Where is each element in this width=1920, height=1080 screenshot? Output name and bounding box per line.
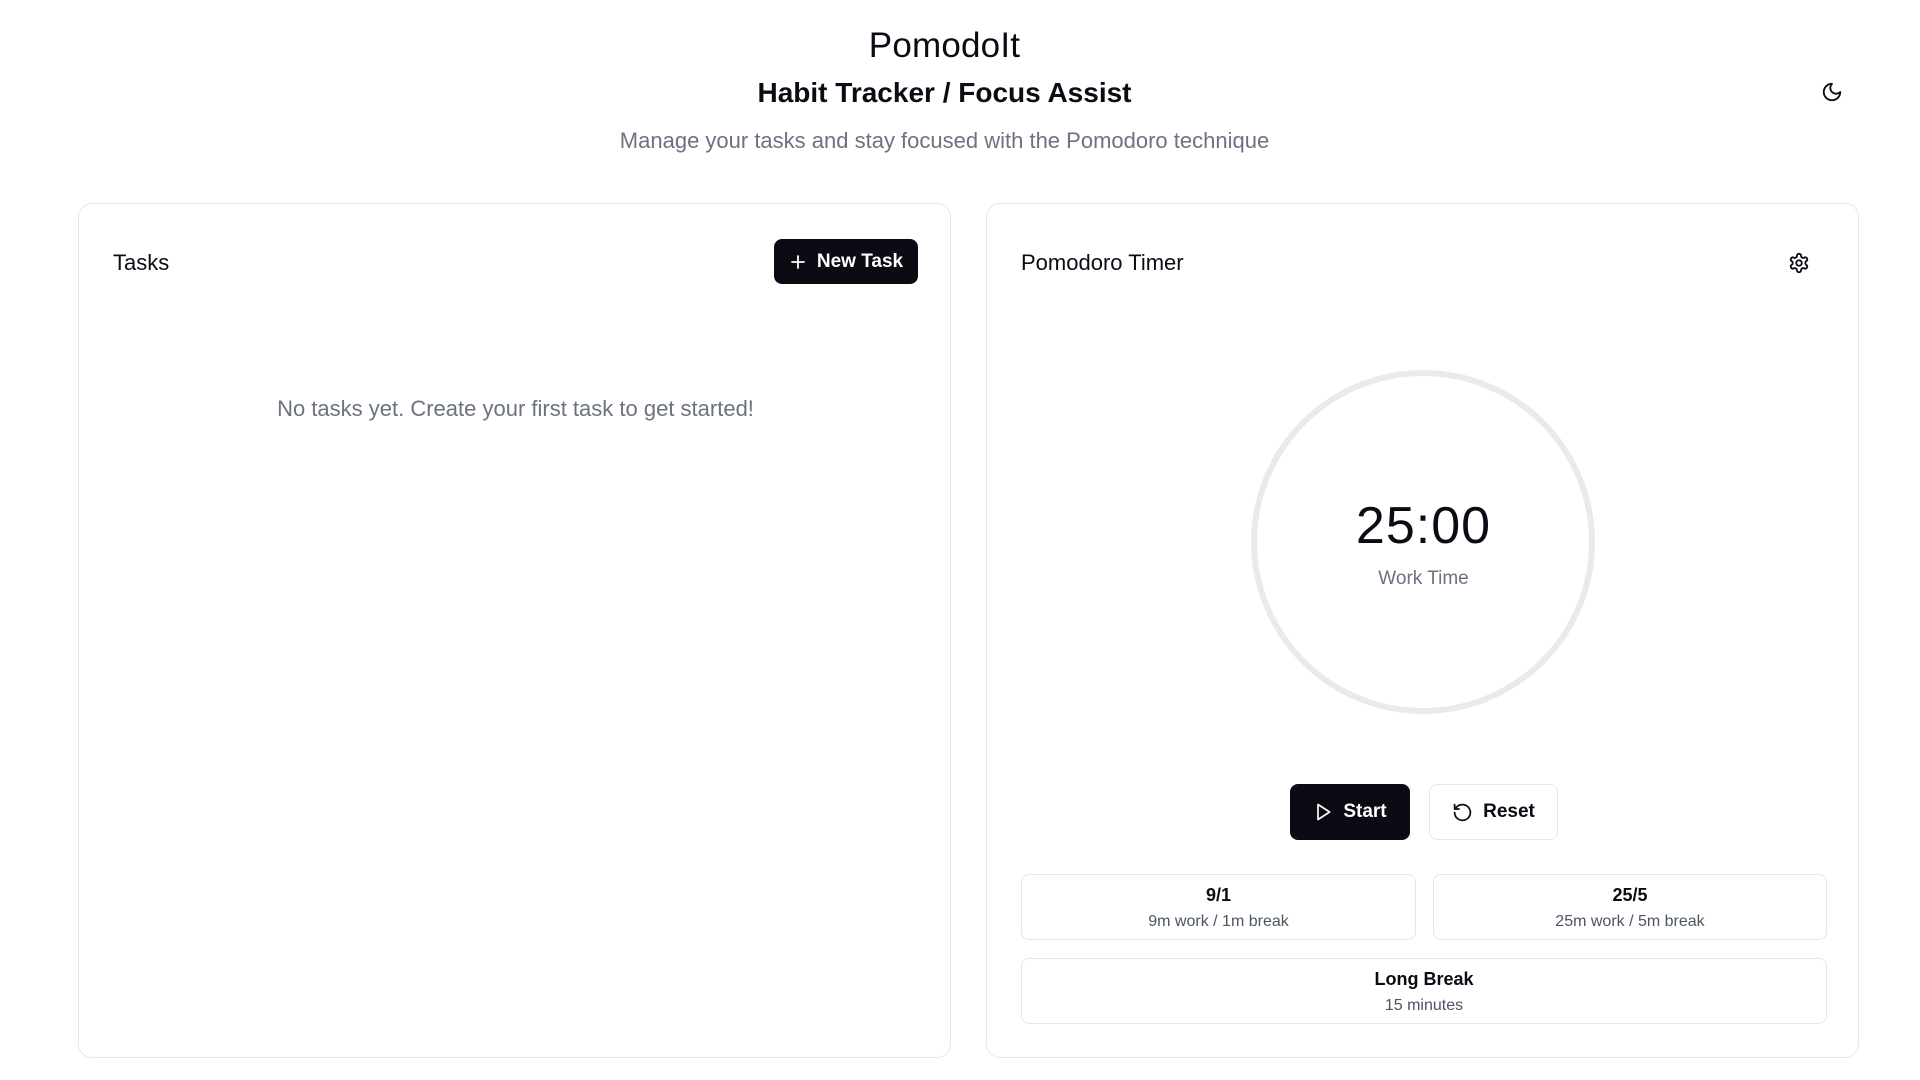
preset-subtitle: 15 minutes <box>1384 997 1464 1014</box>
timer-settings-button[interactable] <box>1784 248 1814 278</box>
preset-title: Long Break <box>1374 969 1474 989</box>
app-subtitle: Habit Tracker / Focus Assist <box>757 77 1132 108</box>
timer-title: Pomodoro Timer <box>1021 250 1184 275</box>
new-task-button[interactable]: New Task <box>774 239 918 284</box>
reset-button[interactable]: Reset <box>1429 784 1558 840</box>
new-task-label: New Task <box>816 250 904 272</box>
tasks-card: Tasks New Task No tasks yet. Create your… <box>78 203 951 1058</box>
timer-card: Pomodoro Timer 25:00 Work Time Start Res… <box>986 203 1859 1058</box>
preset-25-5-button[interactable]: 25/5 25m work / 5m break <box>1433 874 1827 940</box>
app-tagline: Manage your tasks and stay focused with … <box>619 128 1270 153</box>
reset-label: Reset <box>1483 801 1535 822</box>
preset-9-1-button[interactable]: 9/1 9m work / 1m break <box>1021 874 1416 940</box>
play-icon <box>1317 803 1331 821</box>
app-title: PomodoIt <box>868 26 1021 65</box>
time-display: 25:00 <box>1355 497 1492 555</box>
tasks-title: Tasks <box>113 250 170 275</box>
start-button[interactable]: Start <box>1290 784 1410 840</box>
preset-subtitle: 9m work / 1m break <box>1148 913 1289 930</box>
plus-icon <box>790 254 805 269</box>
moon-icon <box>1822 82 1842 102</box>
preset-subtitle: 25m work / 5m break <box>1555 913 1705 930</box>
gear-icon <box>1789 252 1809 274</box>
preset-long-break-button[interactable]: Long Break 15 minutes <box>1021 958 1827 1024</box>
rotate-ccw-icon <box>1453 803 1472 821</box>
theme-toggle-button[interactable] <box>1816 76 1848 108</box>
empty-tasks-message: No tasks yet. Create your first task to … <box>277 396 754 421</box>
preset-title: 9/1 <box>1205 885 1232 905</box>
timer-mode-label: Work Time <box>1378 568 1469 589</box>
page-header: PomodoIt Habit Tracker / Focus Assist Ma… <box>0 0 1920 190</box>
preset-title: 25/5 <box>1612 885 1648 905</box>
start-label: Start <box>1343 801 1387 822</box>
